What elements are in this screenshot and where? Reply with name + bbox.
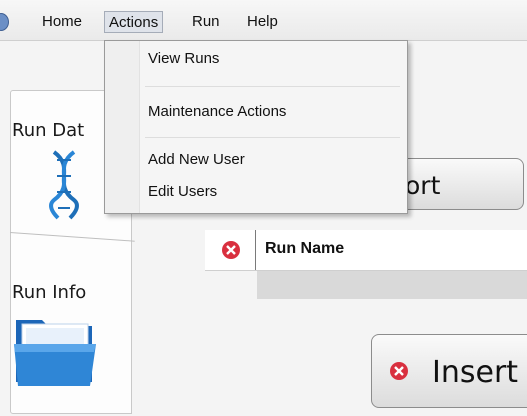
menu-item-view-runs[interactable]: View Runs <box>148 50 219 67</box>
error-icon <box>222 241 240 259</box>
tab-run-data-label: Run Dat <box>12 120 85 141</box>
insert-button[interactable]: Insert <box>371 334 527 408</box>
menu-item-add-new-user[interactable]: Add New User <box>148 151 245 168</box>
dna-icon <box>49 150 79 220</box>
table-row[interactable] <box>257 271 527 299</box>
app-icon[interactable] <box>0 13 9 31</box>
menu-bar: Home Actions Run Help <box>0 0 527 41</box>
actions-dropdown-menu: View Runs Maintenance Actions Add New Us… <box>104 40 408 214</box>
menu-item-maintenance-actions[interactable]: Maintenance Actions <box>148 103 286 120</box>
column-separator <box>255 230 256 270</box>
menu-actions[interactable]: Actions <box>104 11 164 33</box>
tab-run-info[interactable]: Run Info <box>0 262 120 412</box>
menu-separator <box>145 137 400 138</box>
folder-icon <box>14 320 96 386</box>
tab-run-data[interactable]: Run Dat <box>0 100 120 232</box>
error-icon <box>390 362 408 380</box>
menu-separator <box>145 86 400 87</box>
tab-run-info-label: Run Info <box>12 282 87 303</box>
import-button-label: ort <box>405 171 441 200</box>
menu-run[interactable]: Run <box>188 11 224 33</box>
menu-home[interactable]: Home <box>38 11 86 33</box>
insert-button-label: Insert <box>432 355 519 390</box>
menu-item-edit-users[interactable]: Edit Users <box>148 183 217 200</box>
menu-help[interactable]: Help <box>243 11 282 33</box>
runs-grid-header: Run Name <box>205 230 527 271</box>
run-name-column-header[interactable]: Run Name <box>265 240 344 258</box>
menu-gutter <box>105 41 140 213</box>
